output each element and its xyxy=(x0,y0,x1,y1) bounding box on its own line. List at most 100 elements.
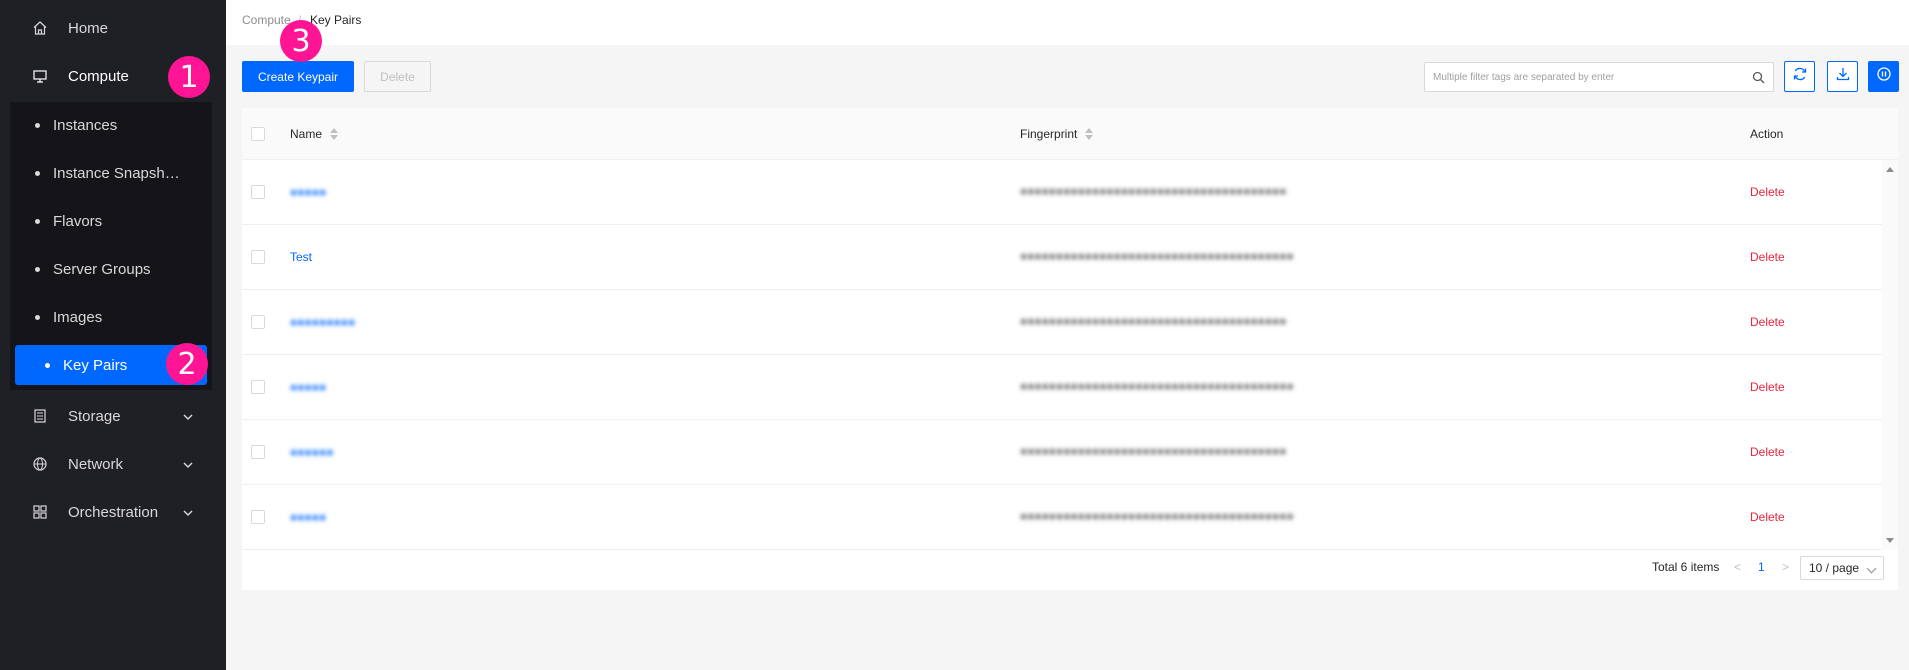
chevron-down-icon xyxy=(1866,563,1877,574)
bullet-icon xyxy=(35,122,40,128)
fingerprint-value: ●●●●●●●●●●●●●●●●●●●●●●●●●●●●●●●●●●●●●● xyxy=(1020,250,1294,264)
fingerprint-value: ●●●●●●●●●●●●●●●●●●●●●●●●●●●●●●●●●●●●● xyxy=(1020,185,1287,199)
column-action: Action xyxy=(1750,127,1784,141)
bullet-icon xyxy=(35,314,40,320)
sidebar-item-label: Instance Snapsh… xyxy=(53,164,180,182)
row-delete-button[interactable]: Delete xyxy=(1750,510,1785,524)
table-row: ●●●●●●●●● ●●●●●●●●●●●●●●●●●●●●●●●●●●●●●●… xyxy=(242,290,1882,355)
table-row: ●●●●●● ●●●●●●●●●●●●●●●●●●●●●●●●●●●●●●●●●… xyxy=(242,420,1882,485)
pause-button[interactable] xyxy=(1868,61,1899,92)
keypair-name-link[interactable]: ●●●●●●●●● xyxy=(290,315,355,329)
table-row: ●●●●● ●●●●●●●●●●●●●●●●●●●●●●●●●●●●●●●●●●… xyxy=(242,485,1882,550)
row-delete-button[interactable]: Delete xyxy=(1750,380,1785,394)
sidebar-item-label: Instances xyxy=(53,116,118,134)
sidebar-item-orchestration[interactable]: Orchestration xyxy=(0,488,226,536)
chevron-down-icon xyxy=(182,458,194,470)
sidebar-item-label: Images xyxy=(53,308,103,326)
keypair-name-link[interactable]: ●●●●● xyxy=(290,185,326,199)
column-label: Name xyxy=(290,127,323,141)
fingerprint-value: ●●●●●●●●●●●●●●●●●●●●●●●●●●●●●●●●●●●●●● xyxy=(1020,380,1294,394)
table-row: Test ●●●●●●●●●●●●●●●●●●●●●●●●●●●●●●●●●●●… xyxy=(242,225,1882,290)
sidebar-item-label: Server Groups xyxy=(53,260,151,278)
step-badge-3: 3 xyxy=(280,20,322,62)
row-checkbox[interactable] xyxy=(251,510,265,524)
table-header: Name Fingerprint Action xyxy=(242,108,1898,160)
sidebar-item-network[interactable]: Network xyxy=(0,440,226,488)
chevron-down-icon xyxy=(182,506,194,518)
row-checkbox[interactable] xyxy=(251,315,265,329)
keypair-name-link[interactable]: ●●●●●● xyxy=(290,445,334,459)
sidebar-item-label: Network xyxy=(68,455,124,473)
refresh-icon xyxy=(1792,66,1808,87)
row-delete-button[interactable]: Delete xyxy=(1750,185,1785,199)
row-checkbox[interactable] xyxy=(251,250,265,264)
keypair-name-link[interactable]: Test xyxy=(290,250,312,264)
storage-icon xyxy=(32,408,48,424)
table-row: ●●●●● ●●●●●●●●●●●●●●●●●●●●●●●●●●●●●●●●●●… xyxy=(242,160,1882,225)
chevron-down-icon xyxy=(182,410,194,422)
sidebar-item-label: Home xyxy=(68,19,109,37)
table-scrollbar[interactable] xyxy=(1882,160,1898,550)
sidebar-item-instance-snapshots[interactable]: Instance Snapsh… xyxy=(5,153,207,193)
keypairs-table: Name Fingerprint Action ●●●●● ●●●●●●●●●●… xyxy=(242,108,1898,590)
sidebar-item-server-groups[interactable]: Server Groups xyxy=(5,249,207,289)
breadcrumb: Compute / Key Pairs xyxy=(226,0,1909,45)
pagination-total: Total 6 items xyxy=(1652,560,1720,574)
create-keypair-button[interactable]: Create Keypair xyxy=(242,61,354,92)
step-badge-1: 1 xyxy=(168,56,210,98)
bullet-icon xyxy=(35,170,40,176)
sidebar-item-label: Orchestration xyxy=(68,503,159,521)
bullet-icon xyxy=(35,218,40,224)
fingerprint-value: ●●●●●●●●●●●●●●●●●●●●●●●●●●●●●●●●●●●●● xyxy=(1020,315,1287,329)
table-row: ●●●●● ●●●●●●●●●●●●●●●●●●●●●●●●●●●●●●●●●●… xyxy=(242,355,1882,420)
pagination-page-1[interactable]: 1 xyxy=(1758,560,1765,574)
search-box xyxy=(1424,62,1774,92)
sidebar-item-flavors[interactable]: Flavors xyxy=(5,201,207,241)
download-button[interactable] xyxy=(1827,61,1858,92)
row-delete-button[interactable]: Delete xyxy=(1750,315,1785,329)
step-badge-2: 2 xyxy=(166,343,208,385)
bullet-icon xyxy=(35,266,40,272)
search-input[interactable] xyxy=(1433,69,1733,85)
breadcrumb-compute[interactable]: Compute xyxy=(242,13,291,27)
breadcrumb-current: Key Pairs xyxy=(310,13,362,27)
refresh-button[interactable] xyxy=(1784,61,1815,92)
sidebar-item-storage[interactable]: Storage xyxy=(0,392,226,440)
keypair-name-link[interactable]: ●●●●● xyxy=(290,380,326,394)
home-icon xyxy=(32,20,48,36)
row-checkbox[interactable] xyxy=(251,185,265,199)
search-icon[interactable] xyxy=(1752,71,1765,84)
fingerprint-value: ●●●●●●●●●●●●●●●●●●●●●●●●●●●●●●●●●●●●●● xyxy=(1020,510,1294,524)
sidebar-item-label: Flavors xyxy=(53,212,103,230)
sort-icon[interactable] xyxy=(1085,128,1094,140)
pause-icon xyxy=(1876,66,1892,87)
sort-icon[interactable] xyxy=(330,128,339,140)
row-checkbox[interactable] xyxy=(251,380,265,394)
row-checkbox[interactable] xyxy=(251,445,265,459)
sidebar-item-label: Storage xyxy=(68,407,121,425)
page-size-value: 10 / page xyxy=(1809,561,1860,575)
row-delete-button[interactable]: Delete xyxy=(1750,250,1785,264)
fingerprint-value: ●●●●●●●●●●●●●●●●●●●●●●●●●●●●●●●●●●●●● xyxy=(1020,445,1287,459)
column-label: Fingerprint xyxy=(1020,127,1078,141)
sidebar: Home Compute Instances Instance Snapsh… … xyxy=(0,0,226,670)
delete-button[interactable]: Delete xyxy=(364,61,431,92)
pagination-next-button[interactable]: > xyxy=(1782,560,1789,574)
grid-icon xyxy=(32,504,48,520)
keypair-name-link[interactable]: ●●●●● xyxy=(290,510,326,524)
sidebar-item-home[interactable]: Home xyxy=(0,4,226,52)
download-icon xyxy=(1835,66,1851,87)
monitor-icon xyxy=(32,68,48,84)
column-fingerprint[interactable]: Fingerprint xyxy=(1020,127,1094,141)
row-delete-button[interactable]: Delete xyxy=(1750,445,1785,459)
bullet-icon xyxy=(45,362,50,368)
pagination-prev-button[interactable]: < xyxy=(1734,560,1741,574)
scroll-down-icon[interactable] xyxy=(1886,538,1894,543)
globe-icon xyxy=(32,456,48,472)
scroll-up-icon[interactable] xyxy=(1886,167,1894,172)
sidebar-item-instances[interactable]: Instances xyxy=(5,105,207,145)
column-name[interactable]: Name xyxy=(290,127,339,141)
page-size-select[interactable]: 10 / page xyxy=(1800,556,1884,580)
select-all-checkbox[interactable] xyxy=(251,127,265,141)
sidebar-item-images[interactable]: Images xyxy=(5,297,207,337)
